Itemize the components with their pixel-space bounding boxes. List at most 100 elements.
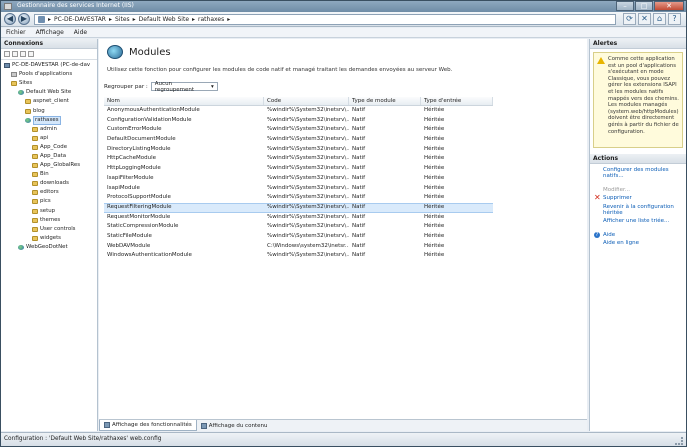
cell-name: StaticFileModule bbox=[107, 232, 152, 239]
column-header-code[interactable]: Code bbox=[264, 97, 349, 105]
breadcrumb-separator-icon: ▸ bbox=[108, 16, 112, 23]
tree-node[interactable]: themes bbox=[1, 216, 97, 225]
cell-module-type: Natif bbox=[352, 174, 366, 181]
column-header-module-type[interactable]: Type de module bbox=[349, 97, 421, 105]
stop-icon[interactable]: ✕ bbox=[638, 13, 651, 25]
cell-name: WebDAVModule bbox=[107, 242, 151, 249]
page-heading: Modules bbox=[107, 45, 171, 59]
delete-connection-icon[interactable] bbox=[28, 51, 34, 57]
tree-node-label: themes bbox=[40, 216, 61, 223]
save-icon[interactable] bbox=[12, 51, 18, 57]
module-row[interactable]: ConfigurationValidationModule %windir%\Sy… bbox=[104, 116, 493, 126]
folder-icon bbox=[25, 108, 31, 114]
folder-icon bbox=[32, 144, 38, 150]
folder-icon bbox=[32, 172, 38, 178]
tree-node[interactable]: editors bbox=[1, 188, 97, 197]
cell-entry-type: Héritée bbox=[424, 107, 445, 113]
cell-name: WindowsAuthenticationModule bbox=[107, 252, 192, 259]
module-row[interactable]: WebDAVModule C:\Windows\system32\inetsr..… bbox=[104, 242, 493, 252]
cell-module-type: Natif bbox=[352, 213, 366, 220]
module-row[interactable]: IsapiModule %windir%\System32\inetsrv\...… bbox=[104, 184, 493, 194]
cell-name: RequestFilteringModule bbox=[107, 203, 172, 210]
group-by-select[interactable]: Aucun regroupement ▾ bbox=[150, 81, 218, 93]
tree-node-label: App_Data bbox=[40, 152, 67, 159]
breadcrumb-item[interactable]: Sites bbox=[115, 16, 130, 23]
action-help[interactable]: ? Aide bbox=[593, 231, 683, 239]
tree-node[interactable]: setup bbox=[1, 207, 97, 216]
module-row[interactable]: StaticCompressionModule %windir%\System32… bbox=[104, 222, 493, 232]
refresh-icon[interactable]: ⟳ bbox=[623, 13, 636, 25]
tree-node[interactable]: api bbox=[1, 134, 97, 143]
module-row[interactable]: ProtocolSupportModule %windir%\System32\i… bbox=[104, 193, 493, 203]
menu-fichier[interactable]: Fichier bbox=[6, 28, 26, 37]
cell-code: %windir%\System32\inetsrv\... bbox=[267, 155, 349, 162]
cell-entry-type: Héritée bbox=[424, 165, 445, 172]
module-row[interactable]: WindowsAuthenticationModule %windir%\Syst… bbox=[104, 251, 493, 261]
breadcrumb-item[interactable]: rathaxes bbox=[198, 16, 224, 23]
breadcrumb-item[interactable]: Default Web Site bbox=[139, 16, 189, 23]
module-row[interactable]: RequestMonitorModule %windir%\System32\in… bbox=[104, 213, 493, 223]
tree-node[interactable]: rathaxes bbox=[1, 115, 97, 125]
tree-node[interactable]: admin bbox=[1, 125, 97, 134]
address-bar[interactable]: ▸ PC-DE-DAVESTAR ▸ Sites ▸ Default Web S… bbox=[34, 14, 616, 25]
tree-node[interactable]: Default Web Site bbox=[1, 88, 97, 97]
column-header-entry-type[interactable]: Type d'entrée bbox=[421, 97, 493, 105]
tree-node[interactable]: PC-DE-DAVESTAR (PC-de-dav bbox=[1, 61, 97, 70]
home-icon[interactable]: ⌂ bbox=[653, 13, 666, 25]
module-row[interactable]: DefaultDocumentModule %windir%\System32\i… bbox=[104, 135, 493, 145]
module-row[interactable]: RequestFilteringModule %windir%\System32\… bbox=[104, 202, 493, 213]
action-online-help[interactable]: Aide en ligne bbox=[593, 239, 683, 247]
tree-node[interactable]: blog bbox=[1, 106, 97, 115]
action-view-ordered-list[interactable]: Afficher une liste triée... bbox=[593, 217, 683, 225]
menu-aide[interactable]: Aide bbox=[74, 28, 87, 37]
maximize-button[interactable]: □ bbox=[635, 1, 653, 11]
tree-node-label: App_GlobalRes bbox=[40, 162, 81, 169]
close-button[interactable]: ✕ bbox=[654, 1, 684, 11]
tree-node[interactable]: App_Data bbox=[1, 152, 97, 161]
tree-node-label: admin bbox=[40, 125, 57, 132]
cell-code: %windir%\System32\inetsrv\... bbox=[267, 252, 349, 259]
up-icon[interactable] bbox=[20, 51, 26, 57]
module-row[interactable]: DirectoryListingModule %windir%\System32\… bbox=[104, 145, 493, 155]
folder-icon bbox=[32, 235, 38, 241]
forward-button[interactable]: ▶ bbox=[18, 13, 30, 25]
folder-icon bbox=[32, 199, 38, 205]
tab-content-view[interactable]: Affichage du contenu bbox=[197, 420, 272, 431]
module-row[interactable]: IsapiFilterModule %windir%\System32\inets… bbox=[104, 174, 493, 184]
group-by-label: Regrouper par : bbox=[104, 83, 148, 90]
menu-affichage[interactable]: Affichage bbox=[36, 28, 64, 37]
tree-node[interactable]: User controls bbox=[1, 225, 97, 234]
tree-node[interactable]: App_GlobalRes bbox=[1, 161, 97, 170]
help-icon[interactable]: ? bbox=[668, 13, 681, 25]
tree-node[interactable]: Bin bbox=[1, 170, 97, 179]
help-circle-icon: ? bbox=[594, 231, 600, 238]
tree-node[interactable]: aspnet_client bbox=[1, 97, 97, 106]
tree-node[interactable]: downloads bbox=[1, 179, 97, 188]
tree-node[interactable]: Sites bbox=[1, 79, 97, 88]
action-revert-inherited[interactable]: Revenir à la configuration héritée bbox=[593, 203, 683, 218]
breadcrumb-item[interactable]: PC-DE-DAVESTAR bbox=[54, 16, 106, 23]
tree-node[interactable]: Pools d'applications bbox=[1, 70, 97, 79]
tree-node[interactable]: WebGeoDotNet bbox=[1, 243, 97, 252]
connect-icon[interactable] bbox=[4, 51, 10, 57]
minimize-button[interactable]: – bbox=[616, 1, 634, 11]
folder-icon bbox=[32, 135, 38, 141]
tree-node[interactable]: pics bbox=[1, 197, 97, 206]
cell-code: C:\Windows\system32\inetsr... bbox=[267, 242, 349, 249]
module-row[interactable]: HttpCacheModule %windir%\System32\inetsrv… bbox=[104, 154, 493, 164]
module-row[interactable]: AnonymousAuthenticationModule %windir%\Sy… bbox=[104, 106, 493, 116]
column-header-name[interactable]: Nom bbox=[104, 97, 264, 105]
action-delete[interactable]: ✕ Supprimer bbox=[593, 194, 683, 202]
module-row[interactable]: CustomErrorModule %windir%\System32\inets… bbox=[104, 125, 493, 135]
features-view-icon bbox=[104, 422, 110, 428]
tab-features-view[interactable]: Affichage des fonctionnalités bbox=[99, 420, 197, 431]
action-configure-native-modules[interactable]: Configurer des modules natifs... bbox=[593, 166, 683, 181]
resize-grip-icon[interactable] bbox=[675, 437, 683, 445]
tree-node[interactable]: App_Code bbox=[1, 143, 97, 152]
tree-node[interactable]: widgets bbox=[1, 234, 97, 243]
module-row[interactable]: StaticFileModule %windir%\System32\inetsr… bbox=[104, 232, 493, 242]
back-button[interactable]: ◀ bbox=[4, 13, 16, 25]
module-row[interactable]: HttpLoggingModule %windir%\System32\inets… bbox=[104, 164, 493, 174]
cell-module-type: Natif bbox=[352, 136, 366, 143]
tree-node-label: Sites bbox=[19, 80, 33, 87]
